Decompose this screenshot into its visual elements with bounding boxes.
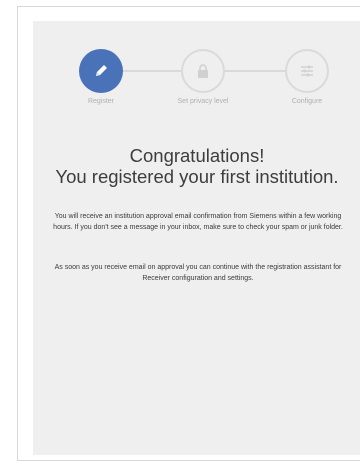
step-register-label: Register — [87, 98, 115, 105]
page-title-line-2: You registered your first institution. — [55, 166, 339, 187]
approval-info-text: You will receive an institution approval… — [53, 213, 343, 231]
registration-stepper: Register Set privacy level Configure — [33, 21, 360, 111]
step-privacy-circle[interactable] — [181, 49, 225, 93]
pencil-icon — [96, 65, 107, 76]
sliders-icon — [301, 65, 313, 77]
step-configure-circle[interactable] — [285, 49, 329, 93]
next-steps-text: As soon as you receive email on approval… — [54, 264, 342, 282]
step-connector-2 — [225, 70, 287, 72]
step-configure-label: Configure — [291, 98, 323, 105]
step-privacy-label: Set privacy level — [177, 98, 229, 105]
page-title-line-1: Congratulations! — [129, 145, 265, 166]
registration-panel: Register Set privacy level Configure Con… — [33, 21, 360, 455]
lock-icon — [198, 64, 208, 78]
step-register-circle[interactable] — [79, 49, 123, 93]
